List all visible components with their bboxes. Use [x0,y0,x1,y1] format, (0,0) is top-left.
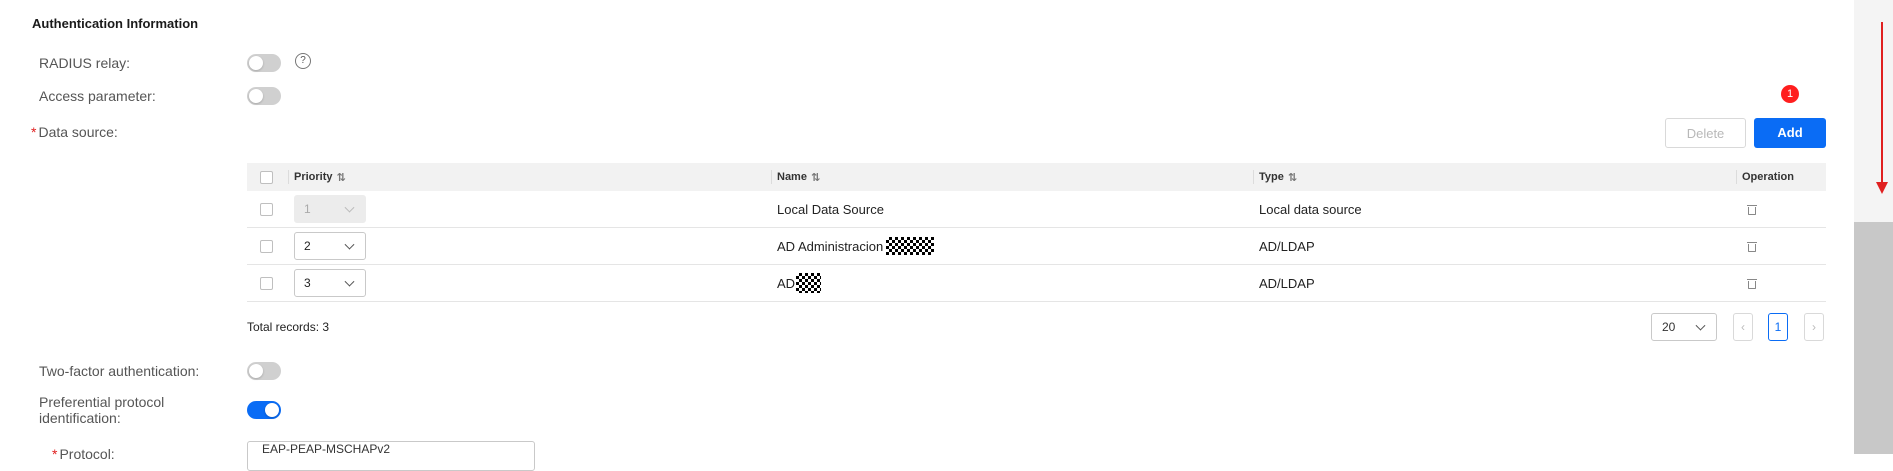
add-button[interactable]: Add [1754,118,1826,148]
priority-cell: 2 [294,228,366,264]
priority-select[interactable]: 2 [294,232,366,260]
next-page-button[interactable]: › [1804,313,1824,341]
protocol-label: * Protocol: [52,446,115,462]
select-all-checkbox[interactable] [260,170,273,184]
row-checkbox[interactable] [260,239,273,253]
notification-badge: 1 [1781,85,1799,103]
priority-value: 2 [304,239,311,253]
toggle-knob [249,56,263,70]
sort-icon[interactable]: ⇅ [337,171,346,184]
scrollbar-thumb[interactable] [1854,222,1893,454]
header-checkbox-cell [260,163,273,191]
trash-icon[interactable] [1747,278,1757,289]
column-priority-label: Priority [294,171,333,183]
priority-select: 1 [294,195,366,223]
page-1-button[interactable]: 1 [1768,313,1788,341]
type-cell: AD/LDAP [1259,238,1315,254]
name-cell: AD [777,265,822,301]
preferential-protocol-toggle[interactable] [247,401,281,419]
priority-cell: 3 [294,265,366,301]
trash-icon[interactable] [1747,241,1757,252]
total-records: Total records: 3 [247,320,330,334]
priority-value: 1 [304,202,311,216]
radius-relay-toggle[interactable] [247,54,281,72]
toggle-knob [265,403,279,417]
column-type[interactable]: Type ⇅ [1259,163,1297,191]
column-operation: Operation [1742,171,1794,183]
column-divider [771,170,772,184]
row-checkbox[interactable] [260,202,273,216]
operation-cell [1747,265,1757,301]
two-factor-toggle[interactable] [247,362,281,380]
data-source-label-text: Data source: [38,124,118,140]
table-row: 3 AD AD/LDAP [247,265,1826,302]
operation-cell [1747,228,1757,264]
protocol-select[interactable]: EAP-PEAP-MSCHAPv2 [247,441,535,471]
priority-value: 3 [304,276,311,290]
sort-icon[interactable]: ⇅ [811,171,820,184]
prev-page-button[interactable]: ‹ [1733,313,1753,341]
toggle-knob [249,364,263,378]
access-parameter-label: Access parameter: [39,88,156,104]
preferential-protocol-label: Preferential protocol identification: [39,394,164,426]
redacted-mosaic [886,237,935,255]
chevron-down-icon [344,276,355,287]
required-mark: * [31,124,37,140]
label-line: identification: [39,410,121,426]
operation-cell [1747,191,1757,227]
annotation-arrow-line [1881,22,1883,182]
data-source-table: Priority ⇅ Name ⇅ Type ⇅ Operation 1 Local … [247,163,1826,302]
redacted-mosaic [796,273,822,293]
priority-select[interactable]: 3 [294,269,366,297]
row-checkbox-cell [260,191,273,227]
protocol-label-text: Protocol: [59,446,115,462]
radius-relay-label: RADIUS relay: [39,55,131,71]
row-checkbox-cell [260,265,273,301]
name-text: AD Administracion [777,238,884,254]
column-name-label: Name [777,171,807,183]
access-parameter-toggle[interactable] [247,87,281,105]
column-divider [1253,170,1254,184]
name-cell: AD Administracion [777,228,935,264]
name-cell: Local Data Source [777,201,884,217]
trash-icon[interactable] [1747,204,1757,215]
column-priority[interactable]: Priority ⇅ [294,163,346,191]
two-factor-label: Two-factor authentication: [39,363,200,379]
annotation-arrow-head [1876,182,1888,194]
section-title: Authentication Information [32,16,199,31]
table-header: Priority ⇅ Name ⇅ Type ⇅ Operation [247,163,1826,191]
table-row: 1 Local Data Source Local data source [247,191,1826,228]
required-mark: * [52,446,58,462]
type-cell: Local data source [1259,201,1362,217]
row-checkbox-cell [260,228,273,264]
type-cell: AD/LDAP [1259,275,1315,291]
toggle-knob [249,89,263,103]
column-divider [288,170,289,184]
priority-cell: 1 [294,191,366,227]
help-icon[interactable]: ? [295,53,311,69]
delete-button[interactable]: Delete [1665,118,1746,148]
name-text: AD [777,275,796,291]
row-checkbox[interactable] [260,276,273,290]
data-source-label: * Data source: [31,124,118,140]
chevron-down-icon [1695,320,1706,331]
column-divider [1736,170,1737,184]
column-type-label: Type [1259,171,1284,183]
label-line: Preferential protocol [39,394,165,410]
page-size-value: 20 [1662,320,1676,334]
chevron-down-icon [344,239,355,250]
sort-icon[interactable]: ⇅ [1288,171,1297,184]
table-row: 2 AD Administracion AD/LDAP [247,228,1826,265]
chevron-down-icon [344,202,355,213]
column-name[interactable]: Name ⇅ [777,163,820,191]
page-size-select[interactable]: 20 [1651,313,1717,341]
